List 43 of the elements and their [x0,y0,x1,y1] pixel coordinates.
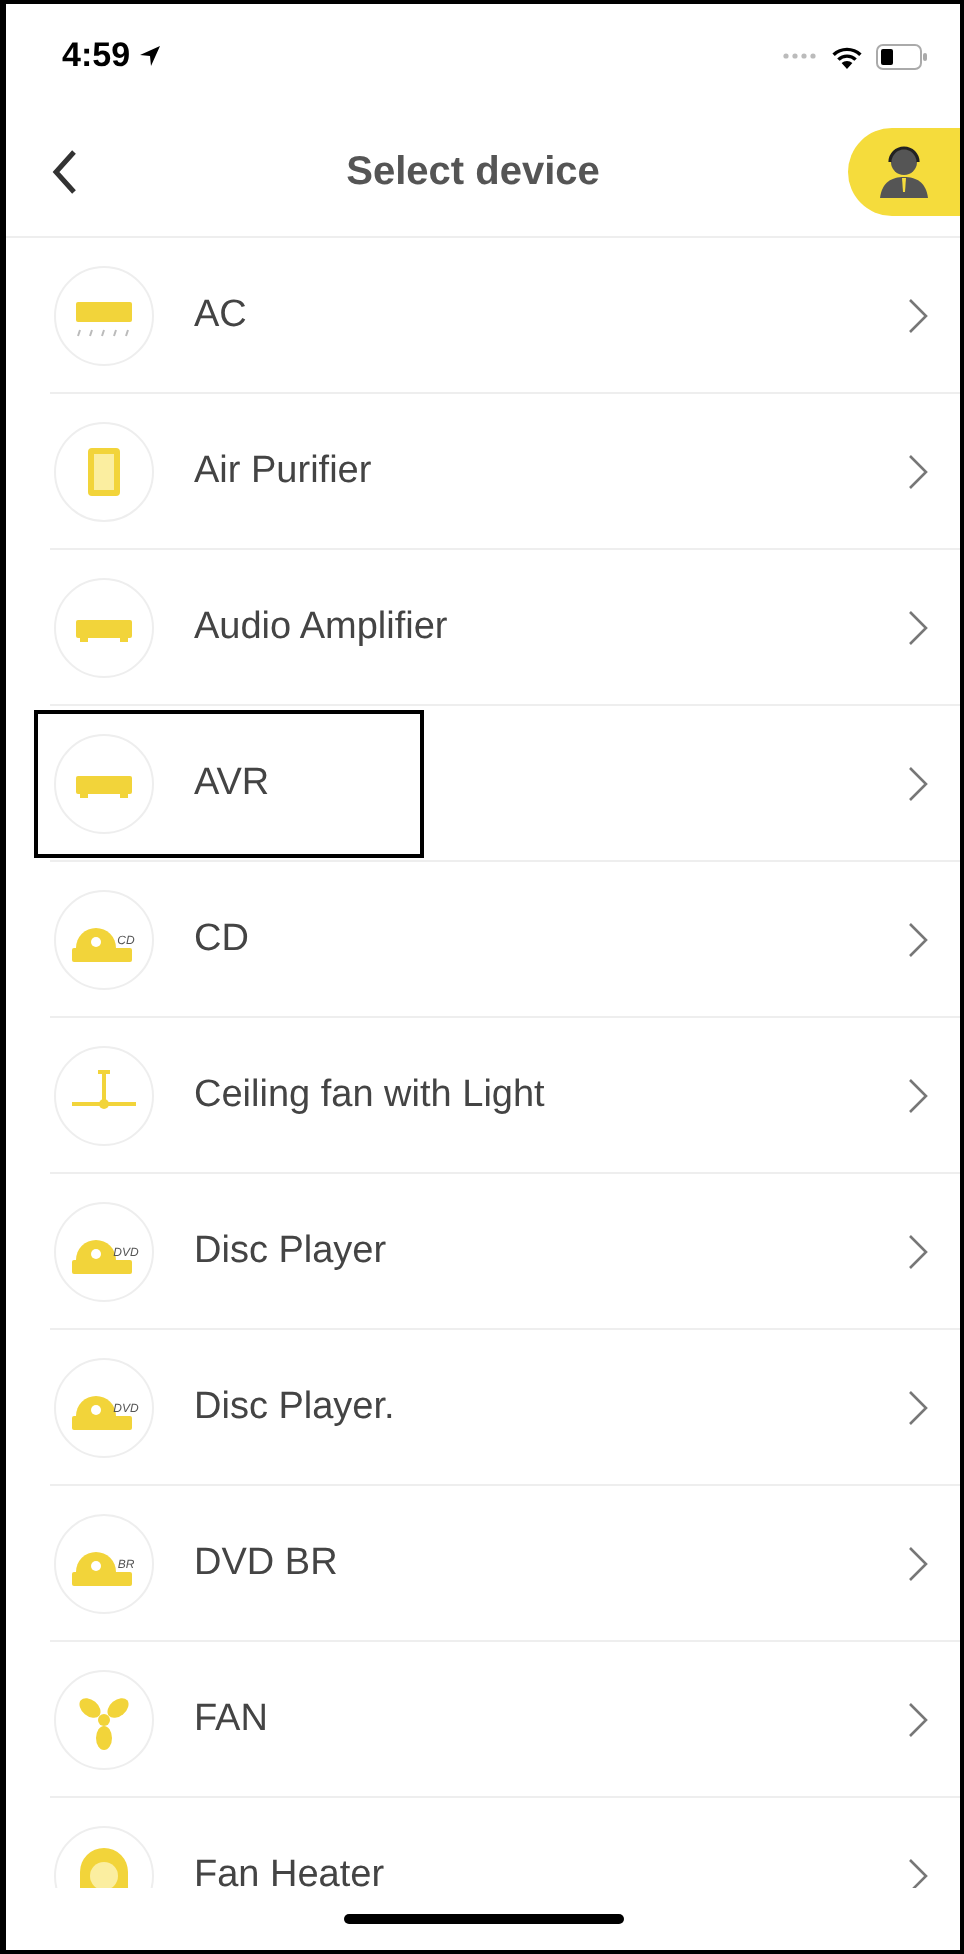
support-button[interactable] [848,128,960,216]
device-name: AVR [194,759,272,808]
chevron-right-icon [908,296,928,336]
device-name: AC [194,291,249,340]
device-name: FAN [194,1695,270,1744]
chevron-right-icon [908,764,928,804]
device-row[interactable]: Audio Amplifier [6,550,960,706]
chevron-right-icon [908,1076,928,1116]
device-name: Air Purifier [194,447,374,496]
device-icon [54,422,154,522]
location-arrow-icon [138,44,163,68]
chevron-right-icon [908,1232,928,1272]
chevron-right-icon [908,452,928,492]
chevron-right-icon [908,1544,928,1584]
device-icon [54,734,154,834]
device-name: CD [194,915,251,964]
status-time: 4:59 [62,34,131,79]
device-name: Disc Player [194,1227,389,1276]
device-icon [54,578,154,678]
chevron-right-icon [908,1700,928,1740]
device-row[interactable]: FAN [6,1642,960,1798]
device-row[interactable]: AC [6,238,960,394]
device-name: Disc Player. [194,1383,397,1432]
wifi-icon [830,43,864,69]
device-row[interactable]: AVR [6,706,960,862]
chevron-right-icon [908,608,928,648]
device-icon [54,1670,154,1770]
chevron-right-icon [908,1388,928,1428]
screen-title: Select device [346,148,600,198]
device-name: Fan Heater [194,1851,387,1888]
device-row[interactable]: Air Purifier [6,394,960,550]
chevron-right-icon [908,920,928,960]
battery-icon [876,43,928,69]
device-row[interactable]: Ceiling fan with Light [6,1018,960,1174]
support-agent-icon [876,144,932,200]
device-name: Audio Amplifier [194,603,450,652]
signal-dots-icon [782,52,818,60]
device-name: DVD BR [194,1539,340,1588]
device-icon [54,266,154,366]
device-name: Ceiling fan with Light [194,1071,547,1120]
chevron-right-icon [908,1856,928,1888]
device-icon [54,1046,154,1146]
back-chevron-icon [50,148,78,196]
